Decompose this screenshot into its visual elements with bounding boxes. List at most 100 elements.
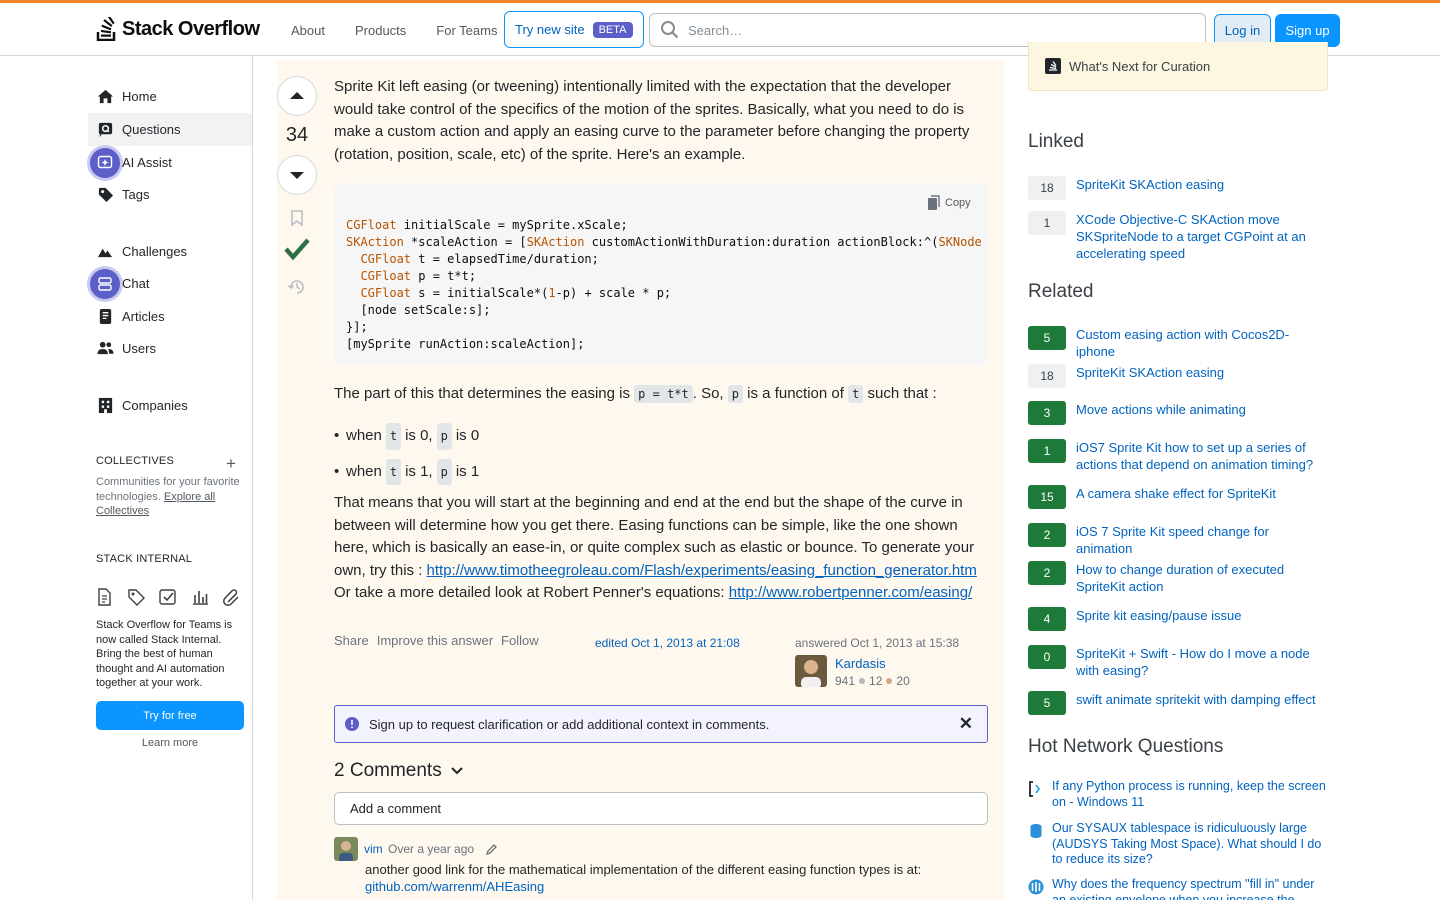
related-question-link[interactable]: iOS7 Sprite Kit how to set up a series o… [1076,439,1328,473]
upvote-button[interactable] [277,76,317,116]
silver-badge-icon [859,678,866,684]
close-icon[interactable]: ✕ [959,714,973,734]
comments-toggle[interactable]: 2 Comments [334,760,464,782]
add-comment-input[interactable]: Add a comment [334,792,988,825]
related-question-link[interactable]: Sprite kit easing/pause issue [1076,607,1241,624]
collectives-heading: COLLECTIVES [96,455,175,467]
paperclip-icon [223,589,239,606]
articles-icon [96,308,114,326]
hot-question-item[interactable]: Why does the frequency spectrum "fill in… [1028,877,1328,900]
sidebar-item-questions[interactable]: Questions [88,113,252,146]
follow-link[interactable]: Follow [501,633,539,648]
bronze-badge-icon [886,678,893,684]
improve-answer-link[interactable]: Improve this answer [377,633,493,648]
nav-about[interactable]: About [280,17,336,44]
hot-question-item[interactable]: Our SYSAUX tablespace is ridiculuously l… [1028,821,1328,868]
related-item[interactable]: 1 iOS7 Sprite Kit how to set up a series … [1028,439,1328,473]
related-question-link[interactable]: How to change duration of executed Sprit… [1076,561,1328,595]
downvote-button[interactable] [277,155,317,195]
learn-more-link[interactable]: Learn more [96,737,244,749]
upvote-icon [290,92,304,99]
document-icon [98,588,111,606]
edit-pencil-icon [486,843,498,855]
sidebar-item-tags[interactable]: Tags [88,178,252,211]
related-item[interactable]: 2 How to change duration of executed Spri… [1028,561,1328,595]
edited-timestamp[interactable]: edited Oct 1, 2013 at 21:08 [595,636,740,650]
bar-chart-icon [193,591,208,605]
linked-item[interactable]: 18 SpriteKit SKAction easing [1028,176,1328,200]
related-item[interactable]: 4 Sprite kit easing/pause issue [1028,607,1328,631]
author-name[interactable]: Kardasis [835,656,886,671]
curation-notice[interactable]: What's Next for Curation [1028,42,1328,91]
sidebar-item-articles[interactable]: Articles [88,300,252,333]
answer-count-badge: 2 [1028,561,1066,585]
home-icon [96,88,114,106]
related-question-link[interactable]: Custom easing action with Cocos2D-iphone [1076,326,1328,360]
list-item: when t is 0, p is 0 [334,423,479,450]
signup-notice: Sign up to request clarification or add … [334,705,988,743]
accepted-answer: 34 Sprite Kit left easing (or tweening) … [277,60,1004,900]
comment-link[interactable]: github.com/warrenm/AHEasing [365,879,544,894]
try-new-site-button[interactable]: Try new site BETA [504,11,644,48]
stackoverflow-icon [1045,58,1061,74]
bookmark-icon[interactable] [288,209,306,227]
accepted-check-icon [284,238,310,261]
related-item[interactable]: 5 Custom easing action with Cocos2D-iphon… [1028,326,1328,360]
answer-paragraph-2: The part of this that determines the eas… [334,385,937,403]
left-sidebar: Home Questions AI Assist Tags Challenges… [0,56,253,900]
easing-generator-link[interactable]: http://www.timotheegroleau.com/Flash/exp… [427,562,977,579]
answer-count-badge: 2 [1028,523,1066,547]
sidebar-item-companies[interactable]: Companies [88,389,252,422]
nav-for-teams[interactable]: For Teams [425,17,508,44]
sidebar-item-users[interactable]: Users [88,332,252,365]
ai-assist-icon [90,147,120,178]
search-placeholder: Search… [688,22,743,38]
related-item[interactable]: 3 Move actions while animating [1028,401,1328,425]
answer-count-badge: 18 [1028,176,1066,200]
site-logo[interactable]: Stack Overflow [96,17,260,41]
comment-author[interactable]: vim [364,842,383,856]
related-item[interactable]: 18 SpriteKit SKAction easing [1028,364,1328,388]
copy-code-button[interactable]: Copy [927,195,971,211]
related-question-link[interactable]: A camera shake effect for SpriteKit [1076,485,1276,502]
hot-question-link[interactable]: If any Python process is running, keep t… [1052,779,1328,810]
related-item[interactable]: 2 iOS 7 Sprite Kit speed change for anima… [1028,523,1328,557]
linked-question-link[interactable]: SpriteKit SKAction easing [1076,176,1224,193]
related-question-link[interactable]: SpriteKit SKAction easing [1076,364,1224,381]
answer-count-badge: 4 [1028,607,1066,631]
sidebar-item-label: Tags [122,187,150,202]
chevron-down-icon [450,767,463,775]
list-item: when t is 1, p is 1 [334,458,479,485]
sidebar-item-label: Challenges [122,244,188,259]
try-for-free-button[interactable]: Try for free [96,701,244,730]
related-item[interactable]: 15 A camera shake effect for SpriteKit [1028,485,1328,509]
avatar[interactable] [334,837,358,861]
related-item[interactable]: 0 SpriteKit + Swift - How do I move a nod… [1028,645,1328,679]
share-link[interactable]: Share [334,633,369,648]
hot-question-link[interactable]: Our SYSAUX tablespace is ridiculuously l… [1052,821,1328,868]
answer-count-badge: 5 [1028,326,1066,350]
related-question-link[interactable]: SpriteKit + Swift - How do I move a node… [1076,645,1328,679]
collectives-description: Communities for your favorite technologi… [96,476,240,517]
sidebar-item-ai-assist[interactable]: AI Assist [88,146,252,179]
avatar[interactable] [795,655,827,687]
linked-question-link[interactable]: XCode Objective-C SKAction move SKSprite… [1076,211,1328,262]
hot-question-item[interactable]: If any Python process is running, keep t… [1028,779,1328,810]
sidebar-item-label: Users [122,341,156,356]
sidebar-item-label: Questions [122,122,181,137]
nav-products[interactable]: Products [344,17,417,44]
sidebar-item-label: Chat [122,276,150,291]
related-question-link[interactable]: swift animate spritekit with damping eff… [1076,691,1316,708]
sidebar-item-challenges[interactable]: Challenges [88,235,252,268]
linked-item[interactable]: 1 XCode Objective-C SKAction move SKSpri… [1028,211,1328,262]
sidebar-item-chat[interactable]: Chat [88,267,252,300]
answer-paragraph-3: That means that you will start at the be… [334,494,977,601]
robert-penner-link[interactable]: http://www.robertpenner.com/easing/ [729,584,972,601]
related-question-link[interactable]: iOS 7 Sprite Kit speed change for animat… [1076,523,1328,557]
history-icon[interactable] [287,277,307,297]
related-question-link[interactable]: Move actions while animating [1076,401,1246,418]
sidebar-item-home[interactable]: Home [88,80,252,113]
related-item[interactable]: 5 swift animate spritekit with damping ef… [1028,691,1328,715]
hot-question-link[interactable]: Why does the frequency spectrum "fill in… [1052,877,1328,900]
add-collective-icon[interactable]: + [226,454,236,474]
